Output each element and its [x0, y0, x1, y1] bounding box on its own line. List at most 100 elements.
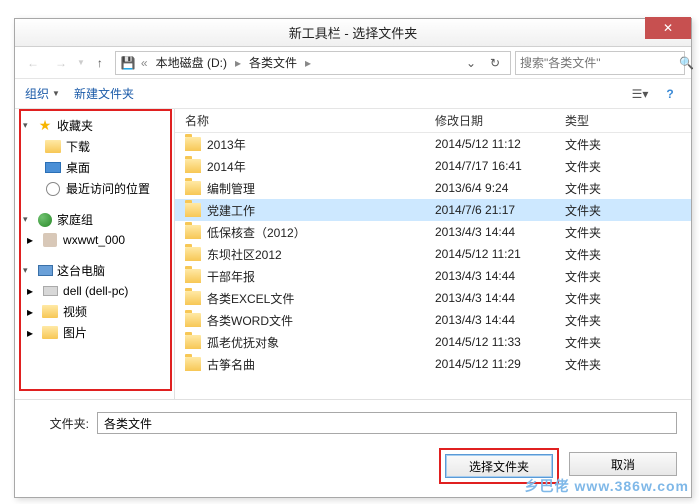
- file-type: 文件夹: [565, 334, 601, 351]
- cancel-button[interactable]: 取消: [569, 452, 677, 476]
- address-dropdown[interactable]: ⌄: [462, 56, 480, 70]
- sidebar-thispc[interactable]: ▾ 这台电脑: [15, 260, 174, 281]
- file-row[interactable]: 古筝名曲2014/5/12 11:29文件夹: [175, 353, 691, 375]
- refresh-icon: ↻: [490, 56, 500, 70]
- file-name: 各类WORD文件: [207, 312, 435, 329]
- file-type: 文件夹: [565, 136, 601, 153]
- file-name: 孤老优抚对象: [207, 334, 435, 351]
- file-type: 文件夹: [565, 246, 601, 263]
- search-input[interactable]: [520, 56, 675, 70]
- chevron-down-icon: ▾: [23, 265, 33, 276]
- sidebar-item-label: 这台电脑: [57, 262, 105, 279]
- select-folder-button[interactable]: 选择文件夹: [445, 454, 553, 478]
- sidebar-item-label: wxwwt_000: [63, 233, 125, 247]
- folder-icon: [45, 140, 61, 153]
- nav-history-dropdown[interactable]: ▼: [77, 58, 85, 67]
- organize-menu[interactable]: 组织 ▼: [25, 85, 60, 102]
- file-row[interactable]: 低保核查（2012）2013/4/3 14:44文件夹: [175, 221, 691, 243]
- navbar: ← → ▼ ↑ 💾 « 本地磁盘 (D:) ▸ 各类文件 ▸ ⌄ ↻ 🔍: [15, 47, 691, 79]
- sidebar-item-videos[interactable]: ▸ 视频: [15, 301, 174, 322]
- file-date: 2014/5/12 11:29: [435, 357, 565, 371]
- chevron-right-icon: ▸: [235, 56, 241, 70]
- chevron-right-icon: ▸: [27, 305, 33, 319]
- folder-field-label: 文件夹:: [29, 415, 89, 432]
- file-date: 2013/4/3 14:44: [435, 225, 565, 239]
- folder-icon: [185, 313, 201, 327]
- view-options-button[interactable]: ☰▾: [629, 83, 651, 105]
- view-icon: ☰▾: [632, 87, 649, 101]
- close-button[interactable]: ✕: [645, 17, 691, 39]
- chevron-right-icon: ▸: [27, 233, 33, 247]
- arrow-right-icon: →: [55, 56, 67, 70]
- address-segment-drive[interactable]: 本地磁盘 (D:): [153, 54, 230, 71]
- file-row[interactable]: 干部年报2013/4/3 14:44文件夹: [175, 265, 691, 287]
- file-type: 文件夹: [565, 158, 601, 175]
- nav-up-button[interactable]: ↑: [89, 52, 111, 74]
- file-list[interactable]: 2013年2014/5/12 11:12文件夹2014年2014/7/17 16…: [175, 133, 691, 399]
- sidebar-item-dell[interactable]: ▸dell (dell-pc): [15, 281, 174, 301]
- file-date: 2014/7/17 16:41: [435, 159, 565, 173]
- nav-back-button[interactable]: ←: [21, 51, 45, 75]
- sidebar-item-label: 家庭组: [57, 211, 93, 228]
- sidebar-item-recent[interactable]: 最近访问的位置: [15, 178, 174, 199]
- file-type: 文件夹: [565, 202, 601, 219]
- file-row[interactable]: 2013年2014/5/12 11:12文件夹: [175, 133, 691, 155]
- titlebar: 新工具栏 - 选择文件夹 ✕: [15, 19, 691, 47]
- close-icon: ✕: [663, 21, 673, 35]
- clock-icon: [46, 182, 60, 196]
- chevron-down-icon: ▾: [23, 120, 33, 131]
- file-row[interactable]: 孤老优抚对象2014/5/12 11:33文件夹: [175, 331, 691, 353]
- column-header-date[interactable]: 修改日期: [435, 109, 565, 132]
- column-header-type[interactable]: 类型: [565, 109, 691, 132]
- file-type: 文件夹: [565, 180, 601, 197]
- file-type: 文件夹: [565, 312, 601, 329]
- file-type: 文件夹: [565, 290, 601, 307]
- search-box[interactable]: 🔍: [515, 51, 685, 75]
- file-row[interactable]: 各类WORD文件2013/4/3 14:44文件夹: [175, 309, 691, 331]
- sidebar-item-label: 最近访问的位置: [66, 180, 150, 197]
- file-row[interactable]: 2014年2014/7/17 16:41文件夹: [175, 155, 691, 177]
- file-row[interactable]: 编制管理2013/6/4 9:24文件夹: [175, 177, 691, 199]
- sidebar-item-label: 收藏夹: [57, 117, 93, 134]
- sidebar-item-desktop[interactable]: 桌面: [15, 157, 174, 178]
- desktop-icon: [45, 162, 61, 173]
- chevron-right-icon: ▸: [27, 284, 33, 298]
- address-bar[interactable]: 💾 « 本地磁盘 (D:) ▸ 各类文件 ▸ ⌄ ↻: [115, 51, 511, 75]
- arrow-left-icon: ←: [27, 56, 39, 70]
- folder-icon: [185, 291, 201, 305]
- folder-icon: [185, 203, 201, 217]
- help-button[interactable]: ?: [659, 83, 681, 105]
- sidebar-item-label: 视频: [63, 303, 87, 320]
- chevron-right-icon: ▸: [27, 326, 33, 340]
- nav-forward-button[interactable]: →: [49, 51, 73, 75]
- file-name: 编制管理: [207, 180, 435, 197]
- homegroup-icon: [38, 213, 52, 227]
- column-header-name[interactable]: 名称: [175, 109, 435, 132]
- star-icon: ★: [37, 118, 53, 134]
- file-row[interactable]: 各类EXCEL文件2013/4/3 14:44文件夹: [175, 287, 691, 309]
- file-name: 党建工作: [207, 202, 435, 219]
- refresh-button[interactable]: ↻: [484, 52, 506, 74]
- sidebar-item-pictures[interactable]: ▸图片: [15, 322, 174, 343]
- new-folder-button[interactable]: 新建文件夹: [74, 85, 134, 102]
- file-row[interactable]: 东坝社区20122014/5/12 11:21文件夹: [175, 243, 691, 265]
- folder-icon: [185, 159, 201, 173]
- file-date: 2014/7/6 21:17: [435, 203, 565, 217]
- chevron-down-icon: ▼: [52, 89, 60, 98]
- toolbar: 组织 ▼ 新建文件夹 ☰▾ ?: [15, 79, 691, 109]
- sidebar-item-downloads[interactable]: 下载: [15, 136, 174, 157]
- chevron-right-icon: «: [141, 56, 148, 70]
- sidebar-favorites[interactable]: ▾ ★ 收藏夹: [15, 115, 174, 136]
- folder-icon: [42, 305, 58, 318]
- file-date: 2013/4/3 14:44: [435, 291, 565, 305]
- sidebar-homegroup[interactable]: ▾ 家庭组: [15, 209, 174, 230]
- address-segment-folder[interactable]: 各类文件: [246, 54, 300, 71]
- file-name: 低保核查（2012）: [207, 224, 435, 241]
- file-name: 2013年: [207, 136, 435, 153]
- folder-name-input[interactable]: [97, 412, 677, 434]
- sidebar: ▾ ★ 收藏夹 下载 桌面 最近访问的位置 ▾ 家庭组 ▸ wxwwt_000 ▾: [15, 109, 175, 399]
- sidebar-item-user[interactable]: ▸ wxwwt_000: [15, 230, 174, 250]
- user-icon: [43, 233, 57, 247]
- sidebar-item-label: 桌面: [66, 159, 90, 176]
- file-row[interactable]: 党建工作2014/7/6 21:17文件夹: [175, 199, 691, 221]
